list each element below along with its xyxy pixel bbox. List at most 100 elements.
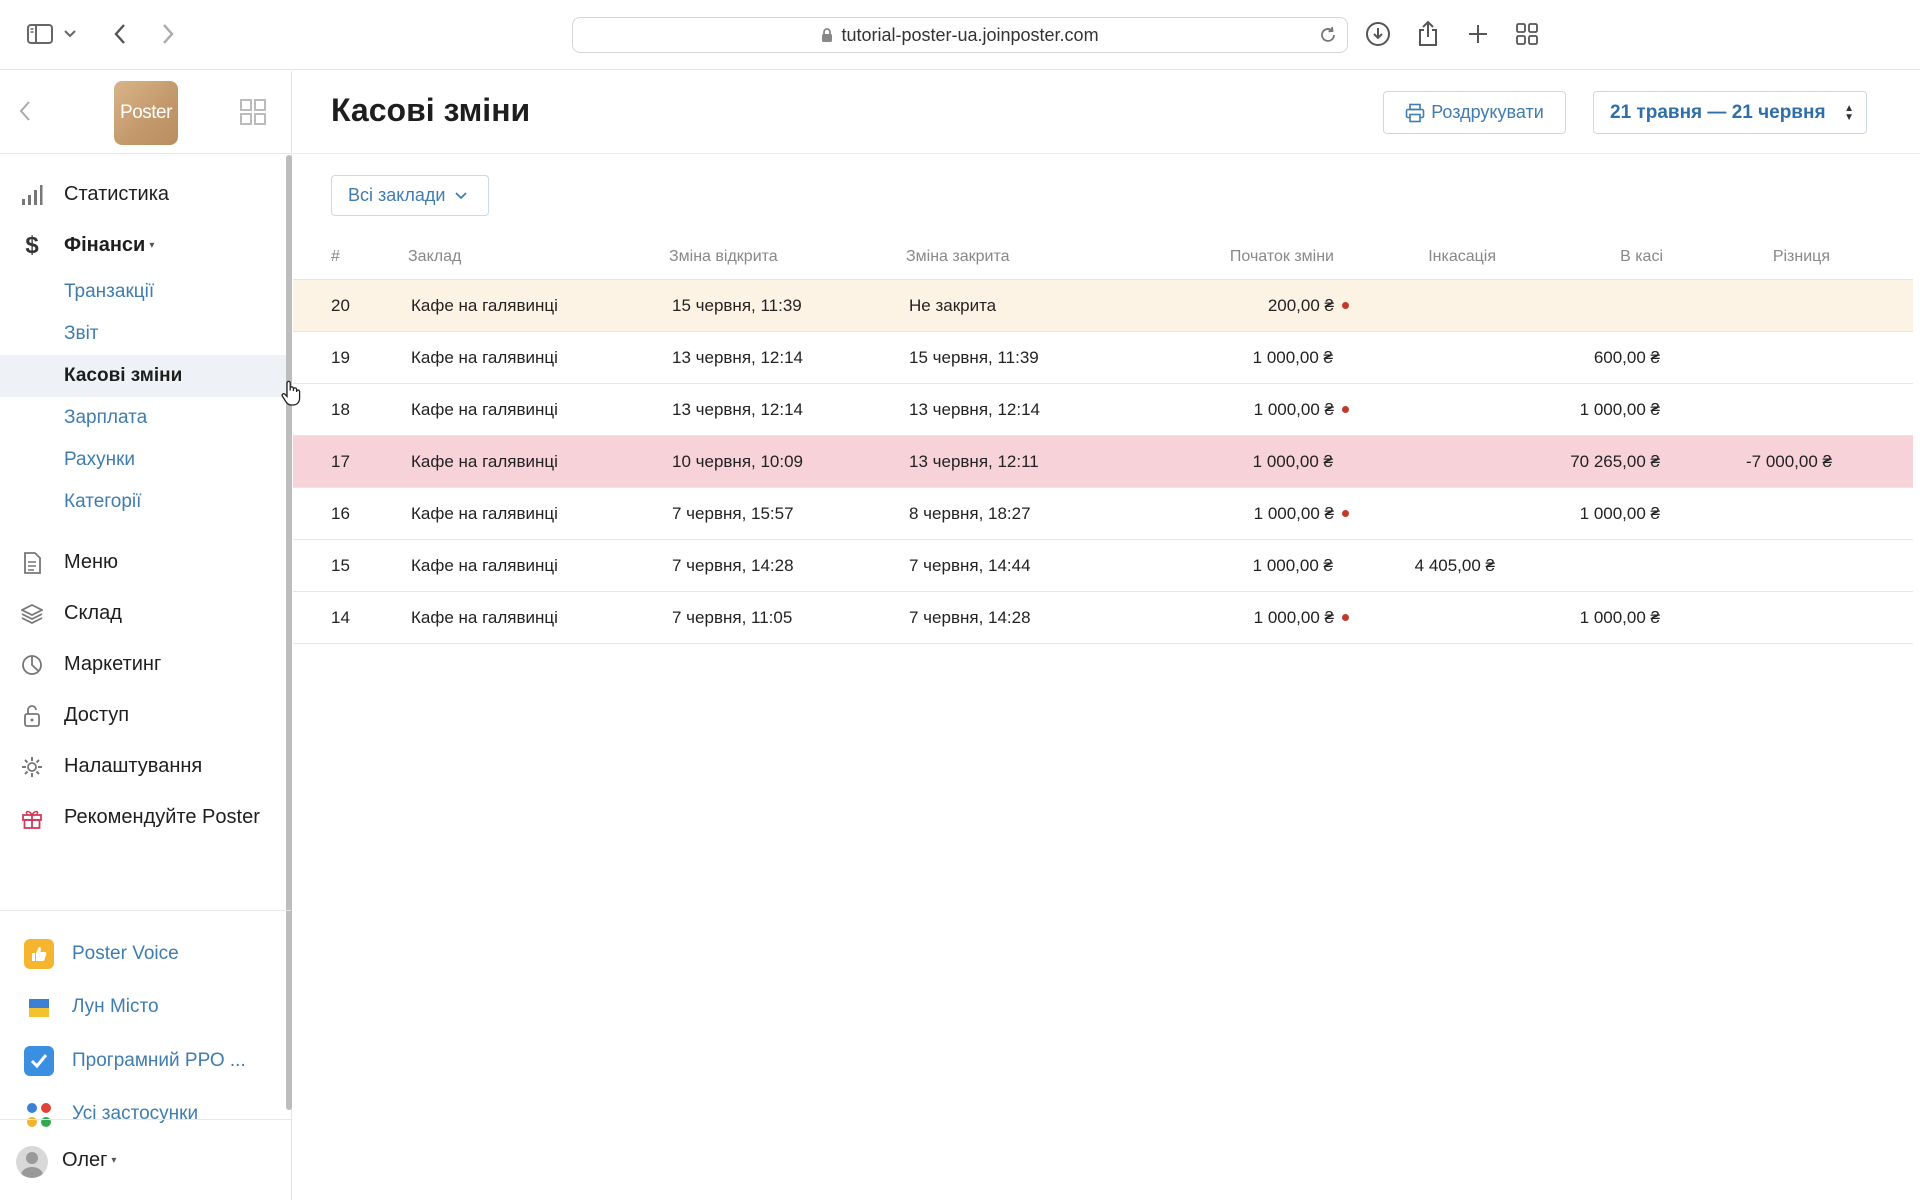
sidebar-item-label: Доступ [64,704,130,726]
app-poster-voice[interactable]: Poster Voice [0,927,291,981]
date-range-picker[interactable]: 21 травня — 21 червня ▲ ▼ [1593,91,1867,134]
sidebar-subitem-cash-shifts[interactable]: Касові зміни [0,355,286,397]
cell-in-cash-value: 70 265,00 ₴ [1570,451,1660,471]
cell-place-value: Кафе на галявинці [411,451,558,471]
column-header-start[interactable]: Початок зміни [1230,234,1334,279]
cell-in-cash: 1 000,00 ₴ [1580,488,1660,539]
cell-opened-value: 7 червня, 14:28 [672,555,794,575]
checkbox-icon [24,1046,54,1076]
date-range-label: 21 травня — 21 червня [1610,101,1826,123]
cell-collection-value: 4 405,00 ₴ [1414,555,1495,575]
poster-logo[interactable]: Poster [114,81,178,145]
sidebar-subitem-salary[interactable]: Зарплата [0,397,286,439]
thumbs-up-icon [24,939,54,969]
cell-diff-value: -7 000,00 ₴ [1745,451,1832,471]
cell-start-value: 1 000,00 ₴ [1253,399,1334,419]
sidebar-item-statistics[interactable]: Статистика [0,169,286,220]
column-header-place[interactable]: Заклад [408,234,461,279]
sidebar-item-marketing[interactable]: Маркетинг [0,639,286,690]
table-row[interactable]: 16 Кафе на галявинці 7 червня, 15:57 8 черв… [293,488,1913,540]
cell-closed-value: Не закрита [909,295,997,315]
sidebar-subitem-transactions[interactable]: Транзакції [0,271,286,313]
cell-place-value: Кафе на галявинці [411,503,558,523]
sidebar-item-label: Склад [64,602,122,624]
cell-place-value: Кафе на галявинці [411,295,558,315]
cell-closed: 7 червня, 14:44 [909,540,1031,591]
cell-opened-value: 13 червня, 12:14 [672,347,804,367]
cell-start: 1 000,00 ₴ [1254,592,1349,643]
gift-icon [20,806,44,830]
venue-filter-label: Всі заклади [348,185,446,205]
table-row[interactable]: 17 Кафе на галявинці 10 червня, 10:09 13 че… [293,436,1913,488]
gear-icon [20,755,44,779]
column-header-id[interactable]: # [331,234,340,279]
cell-opened: 15 червня, 11:39 [672,280,802,331]
table-row[interactable]: 14 Кафе на галявинці 7 червня, 11:05 7 черв… [293,592,1913,644]
cell-closed-value: 15 червня, 11:39 [909,347,1039,367]
cell-place: Кафе на галявинці [411,540,558,591]
table-row[interactable]: 15 Кафе на галявинці 7 червня, 14:28 7 черв… [293,540,1913,592]
column-header-opened[interactable]: Зміна відкрита [669,234,778,279]
cell-opened-value: 13 червня, 12:14 [672,399,804,419]
download-icon[interactable] [1362,18,1394,50]
url-text: tutorial-poster-ua.joinposter.com [841,24,1099,45]
table-row[interactable]: 20 Кафе на галявинці 15 червня, 11:39 Не за… [293,280,1913,332]
sidebar-subitem-accounts[interactable]: Рахунки [0,439,286,481]
cell-start-value: 1 000,00 ₴ [1253,503,1334,523]
sidebar-item-label: Фінанси [64,234,146,256]
column-header-in-cash[interactable]: В касі [1620,234,1663,279]
tab-overview-icon[interactable] [1511,18,1543,50]
print-button[interactable]: Роздрукувати [1383,91,1566,134]
cell-closed: 8 червня, 18:27 [909,488,1031,539]
apps-grid-icon[interactable] [240,99,266,130]
cell-opened: 10 червня, 10:09 [672,436,803,487]
user-menu[interactable]: Олег ▾ [0,1119,291,1200]
back-icon[interactable] [104,18,136,50]
app-prro[interactable]: Програмний РРО ... [0,1034,291,1088]
cell-in-cash: 70 265,00 ₴ [1570,436,1660,487]
address-bar[interactable]: tutorial-poster-ua.joinposter.com [572,17,1348,53]
cell-in-cash-value: 1 000,00 ₴ [1579,503,1660,523]
hand-cursor-icon [280,380,302,411]
column-header-collection[interactable]: Інкасація [1428,234,1496,279]
cell-id: 20 [331,280,350,331]
pie-icon [20,653,44,677]
cell-opened: 13 червня, 12:14 [672,332,803,383]
share-icon[interactable] [1412,18,1444,50]
collapse-sidebar-icon[interactable] [18,99,32,128]
app-lun-misto[interactable]: Лун Місто [0,981,291,1035]
column-header-diff[interactable]: Різниця [1773,234,1830,279]
print-label: Роздрукувати [1431,102,1544,122]
sidebar-subitem-categories[interactable]: Категорії [0,481,286,523]
sidebar-item-settings[interactable]: Налаштування [0,741,286,792]
sidebar-toggle-icon[interactable] [24,18,56,50]
cell-id-value: 15 [331,555,350,575]
apps-section: Poster Voice Лун Місто Програмний РРО ..… [0,910,291,1141]
sidebar-item-warehouse[interactable]: Склад [0,588,286,639]
sidebar-header: Poster [0,71,291,154]
cell-id-value: 16 [331,503,350,523]
chevron-down-icon[interactable] [60,18,80,50]
cell-start: 1 000,00 ₴ [1254,384,1349,435]
sidebar-item-finance[interactable]: $ Фінанси ▾ [0,220,286,271]
table-row[interactable]: 19 Кафе на галявинці 13 червня, 12:14 15 че… [293,332,1913,384]
forward-icon[interactable] [152,18,184,50]
cell-id-value: 17 [331,451,350,471]
app-label: Лун Місто [72,996,159,1018]
table-row[interactable]: 18 Кафе на галявинці 13 червня, 12:14 13 че… [293,384,1913,436]
cell-opened: 13 червня, 12:14 [672,384,803,435]
cell-start-value: 200,00 ₴ [1267,295,1334,315]
cell-start-value: 1 000,00 ₴ [1252,347,1333,367]
reload-icon[interactable] [1317,24,1339,46]
cell-closed-value: 13 червня, 12:11 [909,451,1039,471]
sidebar-item-menu[interactable]: Меню [0,537,286,588]
new-tab-icon[interactable] [1462,18,1494,50]
venue-filter-dropdown[interactable]: Всі заклади [331,175,489,216]
sidebar-item-recommend[interactable]: Рекомендуйте Poster [0,792,286,843]
sidebar-item-access[interactable]: Доступ [0,690,286,741]
cell-id-value: 19 [331,347,350,367]
sidebar-subitem-report[interactable]: Звіт [0,313,286,355]
column-header-closed[interactable]: Зміна закрита [906,234,1010,279]
cell-id: 18 [331,384,350,435]
sidebar-item-label: Меню [64,551,119,573]
